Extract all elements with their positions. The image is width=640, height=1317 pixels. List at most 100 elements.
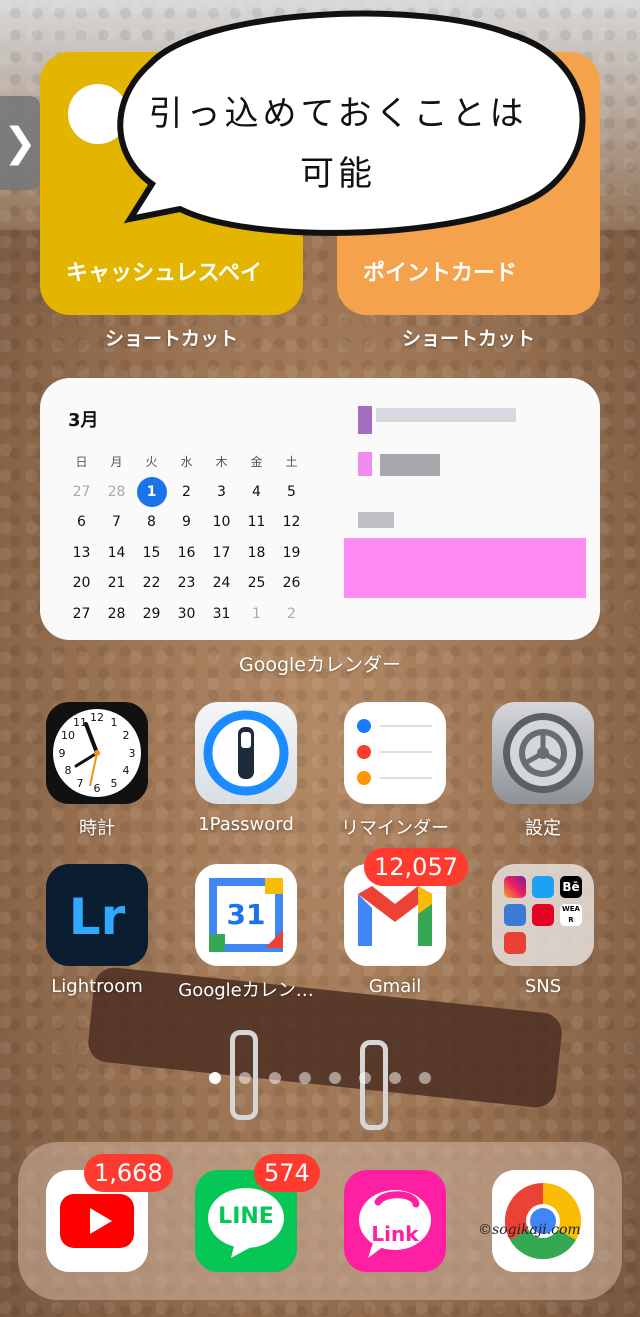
page-dot[interactable] (269, 1072, 281, 1084)
1password-icon[interactable] (195, 702, 297, 804)
link-text: Link (371, 1222, 419, 1246)
page-dot[interactable] (419, 1072, 431, 1084)
clock-icon[interactable]: 12 1 2 3 4567 8 9 10 11 (46, 702, 148, 804)
event-blurred (358, 512, 394, 528)
twitter-icon (532, 876, 554, 898)
page-dot[interactable] (329, 1072, 341, 1084)
calendar-day[interactable]: 31 (204, 606, 239, 622)
calendar-day[interactable]: 23 (169, 575, 204, 591)
calendar-week: 27 28 29 30 31 1 2 (64, 599, 344, 630)
calendar-day[interactable]: 22 (134, 575, 169, 591)
settings-icon[interactable] (492, 702, 594, 804)
weekday-label: 火 (145, 454, 158, 469)
calendar-day[interactable]: 19 (274, 545, 309, 561)
folder-icon[interactable]: Bē WEAR (492, 864, 594, 966)
calendar-day[interactable]: 28 (99, 606, 134, 622)
app-icon (504, 904, 526, 926)
notification-badge: 1,668 (84, 1154, 173, 1192)
calendar-day[interactable]: 9 (169, 514, 204, 530)
calendar-week: 6 7 8 9 10 11 12 (64, 507, 344, 538)
calendar-day[interactable]: 26 (274, 575, 309, 591)
weekday-label: 土 (285, 454, 298, 469)
today-marker: 1 (136, 476, 167, 507)
event-blurred (376, 408, 516, 422)
calendar-day[interactable]: 28 (99, 484, 134, 500)
calendar-day[interactable]: 27 (64, 484, 99, 500)
page-dot[interactable] (299, 1072, 311, 1084)
app-label: 1Password (198, 814, 294, 835)
wear-icon: WEAR (560, 904, 582, 926)
line-text: LINE (218, 1204, 274, 1229)
page-dot[interactable] (389, 1072, 401, 1084)
calendar-day[interactable]: 11 (239, 514, 274, 530)
calendar-day[interactable]: 20 (64, 575, 99, 591)
calendar-day[interactable]: 5 (274, 484, 309, 500)
weekday-label: 金 (250, 454, 263, 469)
edge-handle[interactable]: ❯ (0, 96, 40, 190)
widget-title: キャッシュレスペイ (66, 261, 263, 286)
app-label: Googleカレン… (178, 980, 314, 1001)
calendar-day[interactable]: 12 (274, 514, 309, 530)
svg-text:4: 4 (123, 764, 130, 777)
svg-text:1: 1 (111, 716, 118, 729)
event-blurred (380, 454, 440, 476)
google-calendar-icon[interactable]: 31 (195, 864, 297, 966)
callout-text: 引っ込めておくことは 可能 (118, 84, 558, 204)
notification-badge: 574 (254, 1154, 320, 1192)
app-label: リマインダー (341, 818, 449, 839)
widget-caption: ショートカット (104, 328, 238, 350)
lr-text: Lr (68, 888, 126, 946)
calendar-day[interactable]: 7 (99, 514, 134, 530)
calendar-month: 3月 (68, 410, 99, 431)
calendar-day[interactable]: 13 (64, 545, 99, 561)
calendar-day[interactable]: 3 (204, 484, 239, 500)
calendar-day[interactable]: 4 (239, 484, 274, 500)
collar-tag (360, 1040, 388, 1130)
pinterest-icon (532, 904, 554, 926)
notification-badge: 12,057 (364, 848, 468, 886)
weekday-label: 日 (75, 454, 88, 469)
svg-text:9: 9 (59, 747, 66, 760)
calendar-week: 13 14 15 16 17 18 19 (64, 538, 344, 569)
calendar-day[interactable]: 21 (99, 575, 134, 591)
page-dot[interactable] (359, 1072, 371, 1084)
calendar-week: 27 28 1 2 3 4 5 (64, 476, 344, 508)
calendar-day[interactable]: 24 (204, 575, 239, 591)
weekday-header: 日月火水木金土 (64, 446, 344, 477)
cal-date-text: 31 (226, 898, 266, 931)
link-icon[interactable]: Link (344, 1170, 446, 1272)
calendar-day[interactable]: 30 (169, 606, 204, 622)
calendar-day[interactable]: 15 (134, 545, 169, 561)
app-label: SNS (524, 976, 562, 997)
behance-icon: Bē (560, 876, 582, 898)
calendar-day[interactable]: 16 (169, 545, 204, 561)
page-dot[interactable] (239, 1072, 251, 1084)
calendar-day[interactable]: 14 (99, 545, 134, 561)
svg-text:6: 6 (94, 782, 101, 795)
calendar-day[interactable]: 17 (204, 545, 239, 561)
calendar-day[interactable]: 25 (239, 575, 274, 591)
calendar-day[interactable]: 2 (169, 484, 204, 500)
calendar-day[interactable]: 18 (239, 545, 274, 561)
lightroom-icon[interactable]: Lr (46, 864, 148, 966)
calendar-day[interactable]: 1 (239, 606, 274, 622)
calendar-day[interactable]: 29 (134, 606, 169, 622)
svg-text:8: 8 (65, 764, 72, 777)
calendar-day[interactable]: 1 (134, 476, 169, 507)
widget-caption: ショートカット (401, 328, 535, 350)
page-indicator[interactable] (209, 1072, 431, 1084)
google-calendar-widget[interactable]: 3月 日月火水木金土 27 28 1 2 3 4 5 6 7 8 9 10 11 12 13 14 15 16 17 1… (40, 378, 600, 640)
calendar-day[interactable]: 2 (274, 606, 309, 622)
chrome-icon[interactable] (492, 1170, 594, 1272)
weekday-label: 水 (180, 454, 193, 469)
event-block (344, 538, 586, 598)
page-dot[interactable] (209, 1072, 221, 1084)
calendar-day[interactable]: 8 (134, 514, 169, 530)
calendar-day[interactable]: 6 (64, 514, 99, 530)
calendar-day[interactable]: 10 (204, 514, 239, 530)
calendar-day[interactable]: 27 (64, 606, 99, 622)
reminders-icon[interactable] (344, 702, 446, 804)
watermark: ©sogikaji.com (478, 1222, 581, 1238)
svg-text:5: 5 (111, 777, 118, 790)
calendar-week: 20 21 22 23 24 25 26 (64, 568, 344, 599)
